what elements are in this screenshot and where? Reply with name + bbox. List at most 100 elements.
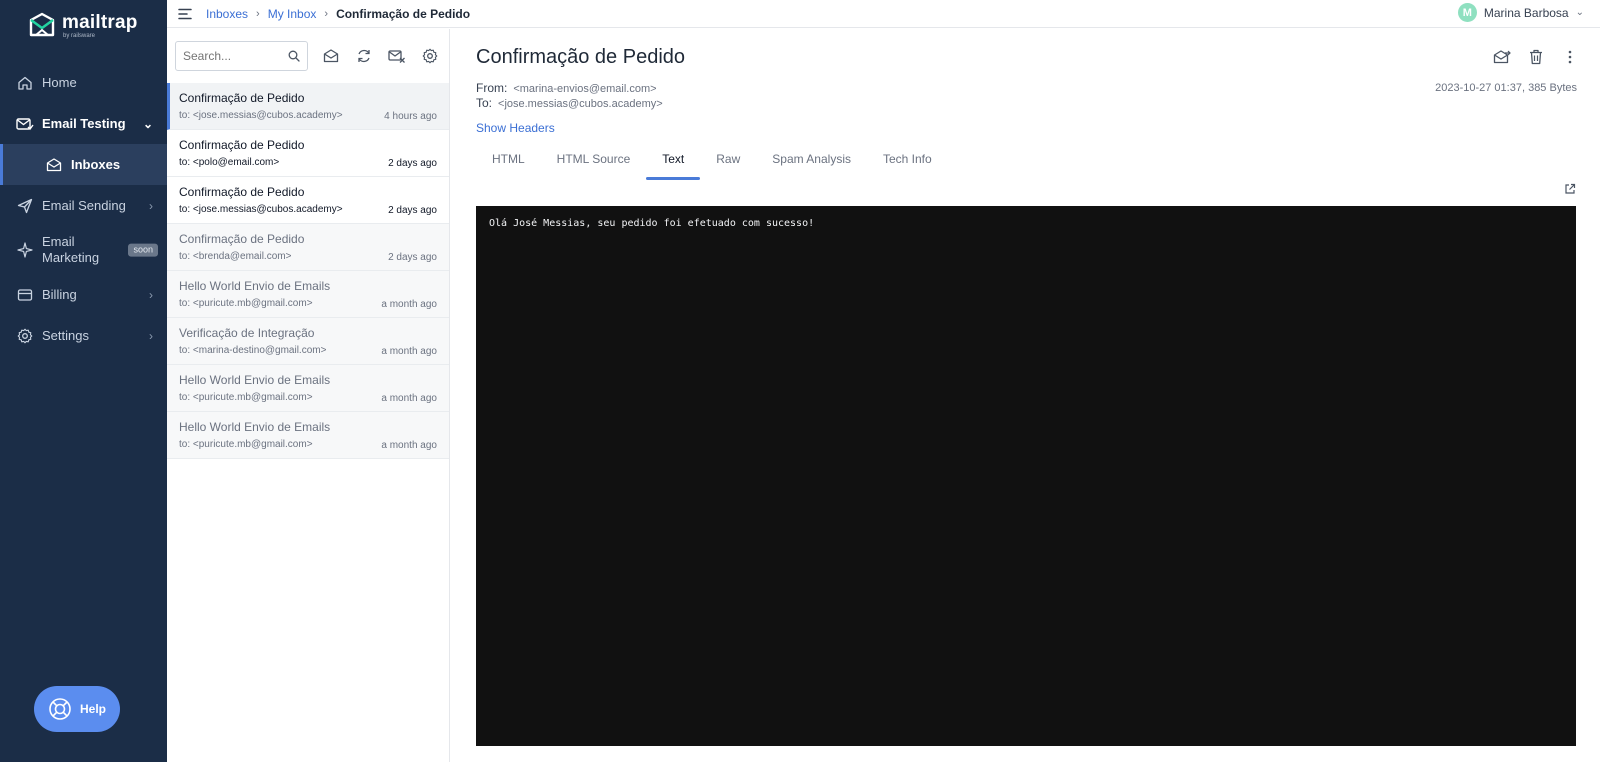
list-item[interactable]: Hello World Envio de Emails to: <puricut…: [167, 412, 449, 459]
message-time: 4 hours ago: [384, 111, 437, 122]
sidebar-item-label: Email Sending: [42, 198, 126, 213]
sidebar-item-label: Email Marketing: [42, 234, 100, 265]
sidebar-item-label: Billing: [42, 287, 77, 302]
mailtrap-logo-icon: [29, 12, 55, 37]
sidebar-item-billing[interactable]: Billing ›: [0, 274, 167, 315]
clear-inbox-icon[interactable]: [387, 46, 407, 66]
message-text-body: Olá José Messias, seu pedido foi efetuad…: [476, 206, 1576, 746]
message-subject: Confirmação de Pedido: [179, 185, 305, 199]
tab-spam-analysis[interactable]: Spam Analysis: [756, 146, 867, 180]
message-time: a month ago: [381, 346, 437, 357]
message-time: 2 days ago: [388, 205, 437, 216]
message-subject: Confirmação de Pedido: [179, 232, 305, 246]
open-external-icon[interactable]: [1564, 182, 1576, 200]
sidebar-item-inboxes[interactable]: Inboxes: [0, 144, 167, 185]
mailtrap-logo[interactable]: mailtrap by railsware: [28, 11, 138, 41]
message-time: a month ago: [381, 393, 437, 404]
breadcrumb-current: Confirmação de Pedido: [336, 6, 471, 21]
search-box[interactable]: [175, 41, 308, 71]
breadcrumb-inboxes[interactable]: Inboxes: [206, 7, 248, 21]
more-options-icon[interactable]: [1560, 47, 1580, 67]
avatar: M: [1457, 3, 1477, 22]
menu-icon[interactable]: [178, 8, 192, 20]
breadcrumb-separator: ›: [256, 7, 260, 20]
sidebar-item-email-sending[interactable]: Email Sending ›: [0, 185, 167, 226]
chevron-down-icon: ⌄: [1575, 7, 1584, 18]
message-subject: Hello World Envio de Emails: [179, 279, 331, 293]
search-input[interactable]: [183, 49, 283, 63]
lifebuoy-icon: [49, 698, 71, 720]
message-tabs: HTML HTML Source Text Raw Spam Analysis …: [476, 146, 948, 180]
sidebar: mailtrap by railsware Home Email Testing…: [0, 0, 167, 762]
sidebar-item-email-testing[interactable]: Email Testing ⌄: [0, 103, 167, 144]
user-name: Marina Barbosa: [1483, 5, 1569, 20]
message-subject: Hello World Envio de Emails: [179, 373, 331, 387]
search-icon: [288, 50, 300, 62]
refresh-icon[interactable]: [354, 46, 374, 66]
list-item[interactable]: Confirmação de Pedido to: <brenda@email.…: [167, 224, 449, 271]
list-item[interactable]: Verificação de Integração to: <marina-de…: [167, 318, 449, 365]
message-text: Olá José Messias, seu pedido foi efetuad…: [489, 218, 815, 229]
mark-read-icon[interactable]: [321, 46, 341, 66]
sidebar-item-settings[interactable]: Settings ›: [0, 315, 167, 356]
list-item[interactable]: Hello World Envio de Emails to: <puricut…: [167, 271, 449, 318]
gear-icon[interactable]: [420, 46, 440, 66]
help-button[interactable]: Help: [34, 686, 120, 732]
message-time: a month ago: [381, 440, 437, 451]
list-toolbar: [167, 29, 449, 83]
chevron-down-icon: ⌄: [142, 116, 153, 131]
brand-name: mailtrap: [62, 12, 138, 33]
sidebar-item-label: Email Testing: [42, 116, 126, 131]
from-row: From: <marina-envios@email.com>: [476, 81, 657, 95]
show-headers-link[interactable]: Show Headers: [476, 121, 555, 135]
chevron-right-icon: ›: [149, 287, 153, 302]
tab-raw[interactable]: Raw: [700, 146, 756, 180]
gear-icon: [16, 327, 34, 345]
tab-tech-info[interactable]: Tech Info: [867, 146, 948, 180]
inbox-icon: [45, 156, 63, 174]
message-time: a month ago: [381, 299, 437, 310]
message-time: 2 days ago: [388, 158, 437, 169]
chevron-right-icon: ›: [149, 328, 153, 343]
send-icon: [16, 197, 34, 215]
soon-badge: soon: [128, 243, 158, 257]
forward-icon[interactable]: [1492, 47, 1512, 67]
tab-text[interactable]: Text: [646, 146, 701, 180]
list-item[interactable]: Confirmação de Pedido to: <jose.messias@…: [167, 83, 449, 130]
message-subject: Verificação de Integração: [179, 326, 315, 340]
breadcrumb-separator: ›: [324, 7, 329, 20]
message-view: Confirmação de Pedido From: <marina-envio…: [451, 29, 1600, 762]
user-menu[interactable]: M Marina Barbosa ⌄: [1457, 3, 1584, 22]
breadcrumb-my-inbox[interactable]: My Inbox: [268, 7, 317, 21]
sidebar-item-email-marketing[interactable]: Email Marketing soon: [0, 226, 167, 274]
email-testing-icon: [16, 115, 34, 133]
list-item[interactable]: Hello World Envio de Emails to: <puricut…: [167, 365, 449, 412]
trash-icon[interactable]: [1526, 47, 1546, 67]
brand-sub: by railsware: [63, 33, 96, 39]
sidebar-nav: Home Email Testing ⌄ Inboxes Email Sendi…: [0, 62, 167, 356]
message-subject: Confirmação de Pedido: [179, 138, 305, 152]
sidebar-item-label: Settings: [42, 328, 89, 343]
sidebar-item-home[interactable]: Home: [0, 62, 167, 103]
sidebar-item-label: Inboxes: [71, 157, 121, 172]
from-label: From:: [476, 81, 508, 95]
from-address: <marina-envios@email.com>: [513, 83, 657, 95]
list-item[interactable]: Confirmação de Pedido to: <jose.messias@…: [167, 177, 449, 224]
message-actions: [1492, 47, 1580, 67]
billing-icon: [16, 286, 34, 304]
sidebar-item-label: Home: [42, 75, 77, 90]
list-item[interactable]: Confirmação de Pedido to: <polo@email.co…: [167, 130, 449, 177]
message-subject: Hello World Envio de Emails: [179, 420, 331, 434]
message-meta: 2023-10-27 01:37, 385 Bytes: [1435, 82, 1577, 94]
to-row: To: <jose.messias@cubos.academy>: [476, 96, 663, 110]
tab-html[interactable]: HTML: [476, 146, 541, 180]
tab-html-source[interactable]: HTML Source: [541, 146, 647, 180]
message-list-panel: Confirmação de Pedido to: <jose.messias@…: [167, 29, 450, 762]
message-time: 2 days ago: [388, 252, 437, 263]
home-icon: [16, 74, 34, 92]
to-label: To:: [476, 96, 493, 110]
message-subject: Confirmação de Pedido: [179, 91, 305, 105]
help-label: Help: [79, 702, 106, 716]
sparkle-icon: [16, 241, 34, 259]
page-title: Confirmação de Pedido: [476, 46, 686, 68]
